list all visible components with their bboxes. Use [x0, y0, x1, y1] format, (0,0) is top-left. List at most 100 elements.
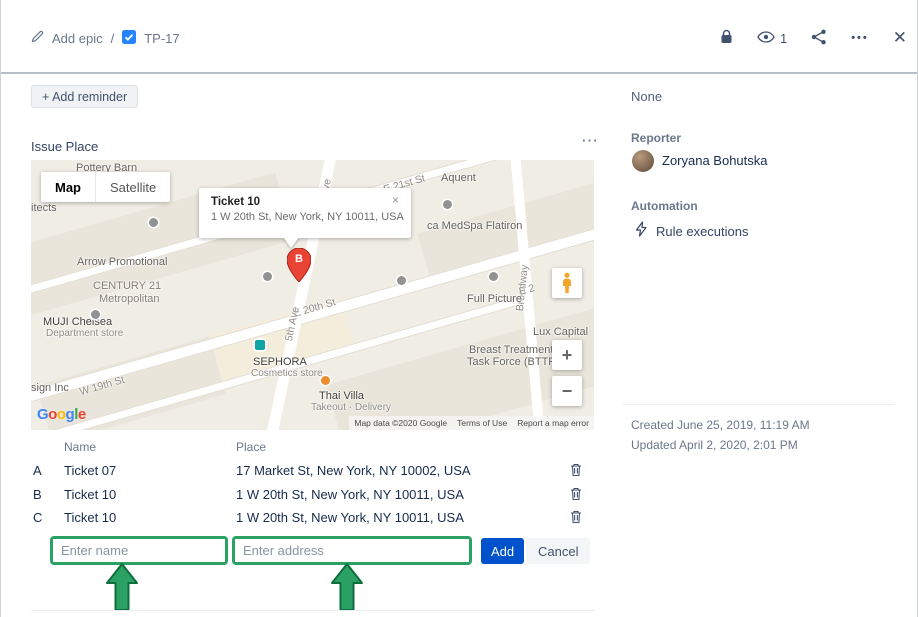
- info-window-address: 1 W 20th St, New York, NY 10011, USA: [211, 211, 389, 223]
- restaurant-pin[interactable]: [321, 376, 330, 385]
- close-button[interactable]: ✕: [893, 28, 907, 48]
- row-place: 17 Market St, New York, NY 10002, USA: [236, 463, 471, 478]
- poi-label: Task Force (BTTF): [467, 356, 559, 368]
- poi-label: Metropolitan: [99, 293, 160, 305]
- poi-label: itects: [31, 202, 57, 214]
- poi-pin[interactable]: [149, 218, 158, 227]
- poi-label: sign Inc: [31, 382, 69, 394]
- row-letter: C: [33, 510, 42, 525]
- updated-timestamp: Updated April 2, 2020, 2:01 PM: [631, 438, 798, 452]
- row-name: Ticket 10: [64, 487, 116, 502]
- right-panel-divider: [623, 404, 894, 405]
- poi-label: CENTURY 21: [93, 280, 161, 292]
- poi-label: Department store: [46, 328, 123, 339]
- automation-label: Automation: [631, 199, 698, 213]
- annotation-arrow-up: [104, 562, 140, 612]
- poi-label: ca MedSpa Flatiron: [427, 220, 522, 232]
- issue-place-menu-button[interactable]: ⋯: [575, 130, 604, 152]
- table-row: A Ticket 07 17 Market St, New York, NY 1…: [31, 460, 594, 482]
- name-input[interactable]: [53, 539, 225, 562]
- info-window-close-icon[interactable]: ×: [386, 192, 405, 208]
- section-divider: [31, 610, 594, 611]
- table-row: C Ticket 10 1 W 20th St, New York, NY 10…: [31, 507, 594, 529]
- annotation-highlight-address: [232, 536, 472, 565]
- annotation-arrow-up: [329, 562, 365, 612]
- issue-detail-modal: Add epic / TP-17 1: [0, 0, 918, 617]
- eye-icon: [757, 31, 775, 46]
- zoom-in-button[interactable]: +: [552, 340, 582, 370]
- add-reminder-button[interactable]: + Add reminder: [31, 85, 138, 108]
- breadcrumb-issue-key[interactable]: TP-17: [144, 31, 179, 46]
- rule-executions-link[interactable]: Rule executions: [656, 224, 749, 239]
- watch-count: 1: [780, 31, 787, 46]
- column-header-place: Place: [236, 440, 266, 454]
- poi-pin[interactable]: [397, 276, 406, 285]
- reporter-avatar[interactable]: [632, 150, 654, 172]
- map-type-satellite-button[interactable]: Satellite: [95, 172, 170, 202]
- column-header-name: Name: [64, 440, 96, 454]
- poi-label: Full Picture: [467, 293, 522, 305]
- google-logo[interactable]: G o o g l e: [37, 406, 86, 423]
- zoom-out-button[interactable]: −: [552, 376, 582, 406]
- poi-pin[interactable]: [489, 272, 498, 281]
- delete-row-button[interactable]: [564, 462, 588, 481]
- map-marker-b[interactable]: B: [287, 248, 311, 282]
- row-place: 1 W 20th St, New York, NY 10011, USA: [236, 510, 464, 525]
- modal-header: Add epic / TP-17 1: [1, 0, 917, 74]
- address-input[interactable]: [235, 539, 469, 562]
- poi-label: Takeout · Delivery: [311, 402, 391, 413]
- poi-label: Cosmetics store: [251, 368, 323, 379]
- poi-label: MUJI Chelsea: [43, 316, 112, 328]
- row-letter: A: [33, 463, 42, 478]
- breadcrumb-separator: /: [111, 31, 115, 46]
- share-icon: [811, 29, 827, 48]
- row-name: Ticket 07: [64, 463, 116, 478]
- map-type-control: Map Satellite: [41, 172, 170, 202]
- reporter-label: Reporter: [631, 131, 681, 145]
- annotation-highlight-name: [50, 536, 228, 565]
- lightning-bolt-icon: [635, 221, 648, 242]
- map-info-window: Ticket 10 1 W 20th St, New York, NY 1001…: [199, 188, 411, 238]
- share-button[interactable]: [811, 29, 827, 48]
- row-place: 1 W 20th St, New York, NY 10011, USA: [236, 487, 464, 502]
- poi-label: SEPHORA: [253, 356, 307, 368]
- table-row: B Ticket 10 1 W 20th St, New York, NY 10…: [31, 484, 594, 506]
- pegman-button[interactable]: [552, 268, 582, 298]
- breadcrumb: Add epic / TP-17: [31, 30, 180, 47]
- pegman-icon: [560, 272, 574, 294]
- delete-row-button[interactable]: [564, 486, 588, 505]
- poi-label: Thai Villa: [319, 390, 364, 402]
- map-attribution: Map data ©2020 Google Terms of Use Repor…: [349, 416, 594, 430]
- trash-icon: [570, 510, 582, 524]
- lock-icon: [720, 29, 733, 48]
- lock-button[interactable]: [720, 29, 733, 48]
- marker-label: B: [287, 253, 311, 265]
- trash-icon: [570, 487, 582, 501]
- google-map[interactable]: E 21st St 5th Ave E 20th St 5th Ave Broa…: [31, 160, 594, 430]
- poi-label: Breast Treatment: [469, 344, 553, 356]
- poi-label: Aquent: [441, 172, 476, 184]
- map-type-map-button[interactable]: Map: [41, 172, 95, 202]
- poi-pin[interactable]: [443, 200, 452, 209]
- report-map-error-link[interactable]: Report a map error: [517, 418, 589, 428]
- delete-row-button[interactable]: [564, 509, 588, 528]
- reporter-name[interactable]: Zoryana Bohutska: [662, 153, 768, 168]
- created-timestamp: Created June 25, 2019, 11:19 AM: [631, 418, 810, 432]
- breadcrumb-add-epic[interactable]: Add epic: [52, 31, 103, 46]
- edit-pencil-icon: [31, 30, 44, 46]
- field-value-none: None: [631, 89, 662, 104]
- poi-label: Lux Capital: [533, 326, 588, 338]
- trash-icon: [570, 463, 582, 477]
- watch-button[interactable]: 1: [757, 31, 787, 46]
- poi-pin[interactable]: [91, 310, 100, 319]
- more-actions-button[interactable]: •••: [851, 32, 869, 44]
- ellipsis-icon: •••: [851, 32, 869, 44]
- terms-of-use-link[interactable]: Terms of Use: [457, 418, 507, 428]
- add-button[interactable]: Add: [481, 538, 524, 564]
- row-name: Ticket 10: [64, 510, 116, 525]
- info-window-pointer: [283, 237, 299, 248]
- issue-place-title: Issue Place: [31, 139, 98, 154]
- sephora-pin[interactable]: [255, 340, 265, 350]
- poi-pin[interactable]: [263, 272, 272, 281]
- cancel-button[interactable]: Cancel: [526, 538, 590, 564]
